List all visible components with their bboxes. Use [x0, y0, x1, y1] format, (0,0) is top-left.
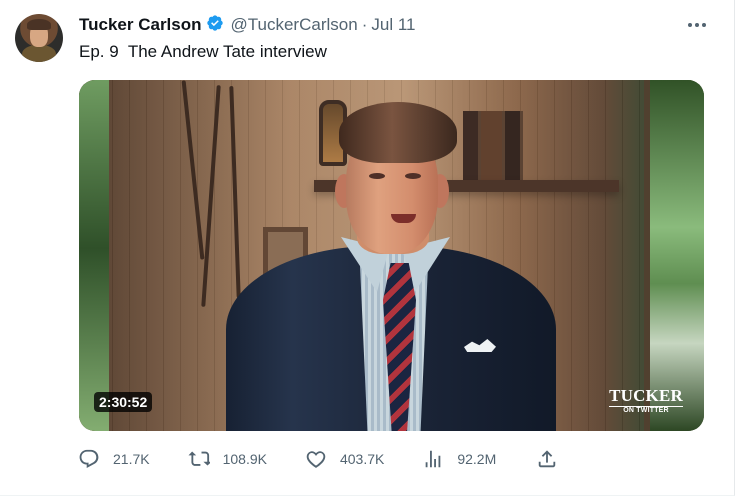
video-host [209, 96, 565, 431]
tweet-video[interactable]: 2:30:52 TUCKER ON TWITTER [79, 80, 704, 431]
video-window-right [644, 80, 704, 431]
tweet-text: Ep. 9 The Andrew Tate interview [79, 42, 327, 61]
views-chart-icon [426, 450, 441, 468]
author-handle[interactable]: @TuckerCarlson [231, 15, 358, 35]
author-name[interactable]: Tucker Carlson [79, 15, 202, 35]
more-options-icon[interactable] [685, 16, 709, 34]
author-avatar[interactable] [15, 14, 63, 62]
more-dot [702, 23, 706, 27]
tweet-header: Tucker Carlson @TuckerCarlson · Jul 11 [79, 14, 415, 36]
tucker-watermark: TUCKER ON TWITTER [609, 387, 683, 415]
like-button[interactable]: 403.7K [305, 448, 384, 470]
like-count: 403.7K [339, 451, 385, 467]
video-window-left [79, 80, 109, 431]
avatar-hair [27, 19, 51, 30]
watermark-sub: ON TWITTER [609, 406, 683, 415]
watermark-main: TUCKER [609, 386, 683, 405]
date-separator: · [361, 15, 368, 34]
retweet-button[interactable]: 108.9K [188, 448, 267, 470]
tweet-date[interactable]: Jul 11 [371, 15, 415, 35]
heart-icon [306, 451, 326, 468]
share-button[interactable] [536, 448, 558, 470]
reply-button[interactable]: 21.7K [78, 448, 150, 470]
retweet-count: 108.9K [222, 451, 267, 467]
retweet-icon [188, 451, 210, 466]
more-dot [688, 23, 692, 27]
tweet-card[interactable]: Tucker Carlson @TuckerCarlson · Jul 11 E… [0, 0, 735, 496]
tweet-actions: 21.7K 108.9K 403.7K 92.2M [78, 446, 600, 472]
reply-icon [79, 449, 99, 468]
host-eye-right [405, 173, 421, 179]
host-eye-left [369, 173, 385, 179]
share-icon [539, 450, 556, 468]
reply-count: 21.7K [113, 451, 150, 467]
video-duration: 2:30:52 [94, 392, 153, 412]
views-count: 92.2M [457, 451, 497, 467]
host-hair [339, 102, 457, 163]
more-dot [695, 23, 699, 27]
avatar-jacket [22, 45, 56, 62]
verified-icon [206, 14, 227, 37]
views-button[interactable]: 92.2M [422, 448, 496, 470]
